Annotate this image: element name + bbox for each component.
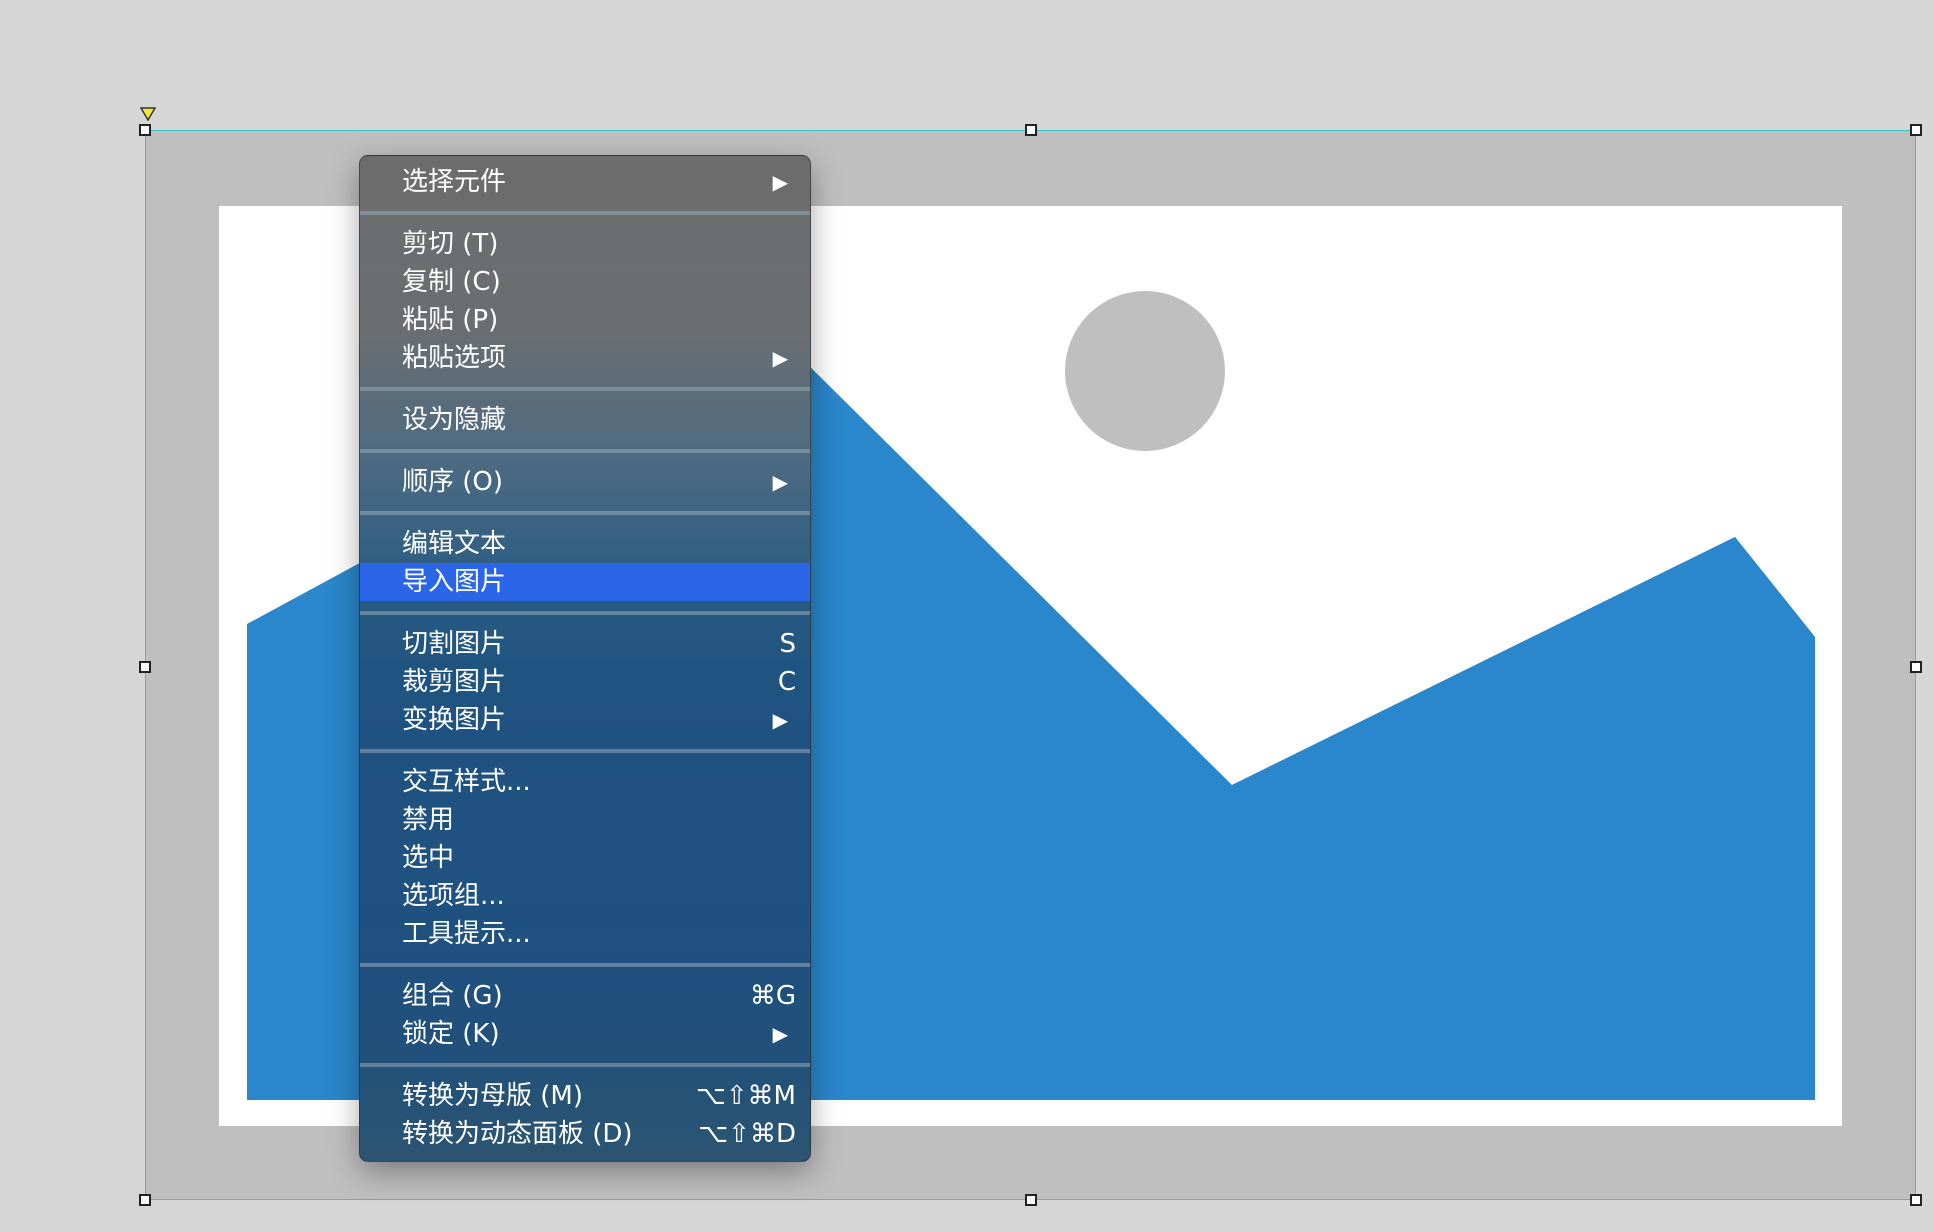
submenu-arrow-icon: ▶ [772, 470, 788, 494]
menu-item-import-image[interactable]: 导入图片 [360, 563, 810, 601]
menu-item-interaction-styles[interactable]: 交互样式... [360, 763, 810, 801]
anchor-triangle-icon[interactable] [140, 107, 156, 121]
menu-separator [360, 1063, 810, 1067]
menu-item-transform-image[interactable]: 变换图片 ▶ [360, 701, 810, 739]
menu-item-disable[interactable]: 禁用 [360, 801, 810, 839]
resize-handle-bottom-right[interactable] [1910, 1194, 1922, 1206]
menu-item-selected[interactable]: 选中 [360, 839, 810, 877]
resize-handle-top-right[interactable] [1910, 124, 1922, 136]
shortcut-label: C [777, 667, 796, 697]
shortcut-label: ⌘G [749, 981, 796, 1011]
menu-item-option-group[interactable]: 选项组... [360, 877, 810, 915]
menu-item-set-hidden[interactable]: 设为隐藏 [360, 401, 810, 439]
submenu-arrow-icon: ▶ [772, 346, 788, 370]
resize-handle-top-middle[interactable] [1025, 124, 1037, 136]
submenu-arrow-icon: ▶ [772, 170, 788, 194]
menu-item-tooltip[interactable]: 工具提示... [360, 915, 810, 953]
menu-item-crop-image[interactable]: 裁剪图片 C [360, 663, 810, 701]
menu-item-group[interactable]: 组合 (G) ⌘G [360, 977, 810, 1015]
menu-separator [360, 749, 810, 753]
shortcut-label: S [779, 629, 796, 659]
menu-item-select-widget[interactable]: 选择元件 ▶ [360, 163, 810, 201]
menu-separator [360, 449, 810, 453]
mountain-right-shape [1232, 537, 1815, 1100]
menu-item-copy[interactable]: 复制 (C) [360, 263, 810, 301]
resize-handle-middle-right[interactable] [1910, 661, 1922, 673]
shortcut-label: ⌥⇧⌘M [695, 1081, 796, 1111]
sun-shape [1065, 291, 1225, 451]
resize-handle-bottom-left[interactable] [139, 1194, 151, 1206]
resize-handle-bottom-middle[interactable] [1025, 1194, 1037, 1206]
context-menu: 选择元件 ▶ 剪切 (T) 复制 (C) 粘贴 (P) 粘贴选项 ▶ 设为隐藏 … [359, 155, 811, 1162]
menu-item-convert-to-dynamic-panel[interactable]: 转换为动态面板 (D) ⌥⇧⌘D [360, 1115, 810, 1153]
menu-item-edit-text[interactable]: 编辑文本 [360, 525, 810, 563]
menu-item-lock[interactable]: 锁定 (K) ▶ [360, 1015, 810, 1053]
menu-item-paste[interactable]: 粘贴 (P) [360, 301, 810, 339]
menu-separator [360, 387, 810, 391]
menu-separator [360, 511, 810, 515]
menu-item-slice-image[interactable]: 切割图片 S [360, 625, 810, 663]
submenu-arrow-icon: ▶ [772, 1022, 788, 1046]
menu-item-paste-options[interactable]: 粘贴选项 ▶ [360, 339, 810, 377]
design-canvas[interactable]: 选择元件 ▶ 剪切 (T) 复制 (C) 粘贴 (P) 粘贴选项 ▶ 设为隐藏 … [0, 0, 1934, 1232]
submenu-arrow-icon: ▶ [772, 708, 788, 732]
resize-handle-middle-left[interactable] [139, 661, 151, 673]
resize-handle-top-left[interactable] [139, 124, 151, 136]
menu-item-cut[interactable]: 剪切 (T) [360, 225, 810, 263]
menu-separator [360, 963, 810, 967]
shortcut-label: ⌥⇧⌘D [698, 1119, 796, 1149]
menu-separator [360, 211, 810, 215]
menu-separator [360, 611, 810, 615]
menu-item-order[interactable]: 顺序 (O) ▶ [360, 463, 810, 501]
menu-item-convert-to-master[interactable]: 转换为母版 (M) ⌥⇧⌘M [360, 1077, 810, 1115]
